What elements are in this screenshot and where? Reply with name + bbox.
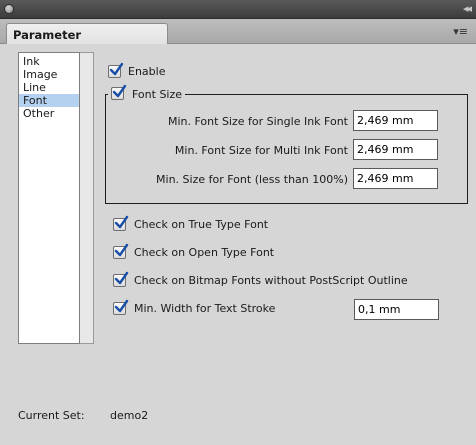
panel-menu-icon[interactable]: ▾≡ [453, 25, 468, 38]
category-list[interactable]: Ink Image Line Font Other [18, 52, 80, 344]
sidebar-item-line[interactable]: Line [19, 81, 79, 94]
sidebar-item-image[interactable]: Image [19, 68, 79, 81]
tab-parameter-configuration[interactable]: Parameter Configuration [6, 23, 168, 56]
open-type-checkbox[interactable] [113, 243, 129, 259]
min-width-label: Min. Width for Text Stroke [134, 302, 276, 315]
single-ink-font-label: Min. Font Size for Single Ink Font [167, 115, 348, 128]
open-type-label: Check on Open Type Font [134, 246, 275, 259]
tab-strip: Parameter Configuration ▾≡ [0, 19, 476, 56]
enable-checkbox[interactable] [108, 62, 124, 78]
font-size-group-legend: Font Size [108, 84, 186, 102]
checkmark-icon [114, 215, 129, 229]
main-panel: Ink Image Line Font Other Enable Font Si… [0, 44, 476, 445]
less-than-100-font-input[interactable] [353, 168, 438, 189]
close-icon[interactable] [4, 4, 14, 14]
min-width-input[interactable] [354, 299, 439, 320]
true-type-checkbox[interactable] [113, 215, 129, 231]
enable-label: Enable [128, 65, 166, 78]
checkmark-icon [114, 243, 129, 257]
min-width-checkbox[interactable] [113, 299, 129, 315]
single-ink-font-input[interactable] [353, 110, 438, 131]
checkmark-icon [114, 299, 129, 313]
font-size-label: Font Size [132, 88, 183, 101]
panel-titlebar: ◂◂ [0, 0, 476, 19]
sidebar-item-other[interactable]: Other [19, 107, 79, 120]
current-set-label: Current Set: [18, 409, 85, 422]
checkmark-icon [114, 271, 129, 285]
sidebar-item-ink[interactable]: Ink [19, 55, 79, 68]
multi-ink-font-input[interactable] [353, 139, 438, 160]
collapse-icon[interactable]: ◂◂ [463, 2, 472, 15]
font-size-checkbox[interactable] [111, 84, 127, 100]
multi-ink-font-label: Min. Font Size for Multi Ink Font [174, 144, 348, 157]
bitmap-fonts-checkbox[interactable] [113, 271, 129, 287]
sidebar-item-font[interactable]: Font [19, 94, 79, 107]
checkmark-icon [112, 84, 127, 98]
checkmark-icon [109, 62, 124, 76]
bitmap-fonts-label: Check on Bitmap Fonts without PostScript… [134, 274, 408, 287]
less-than-100-font-label: Min. Size for Font (less than 100%) [156, 173, 348, 186]
current-set-value: demo2 [110, 409, 149, 422]
category-list-scrollbar[interactable] [80, 52, 94, 344]
true-type-label: Check on True Type Font [134, 218, 269, 231]
